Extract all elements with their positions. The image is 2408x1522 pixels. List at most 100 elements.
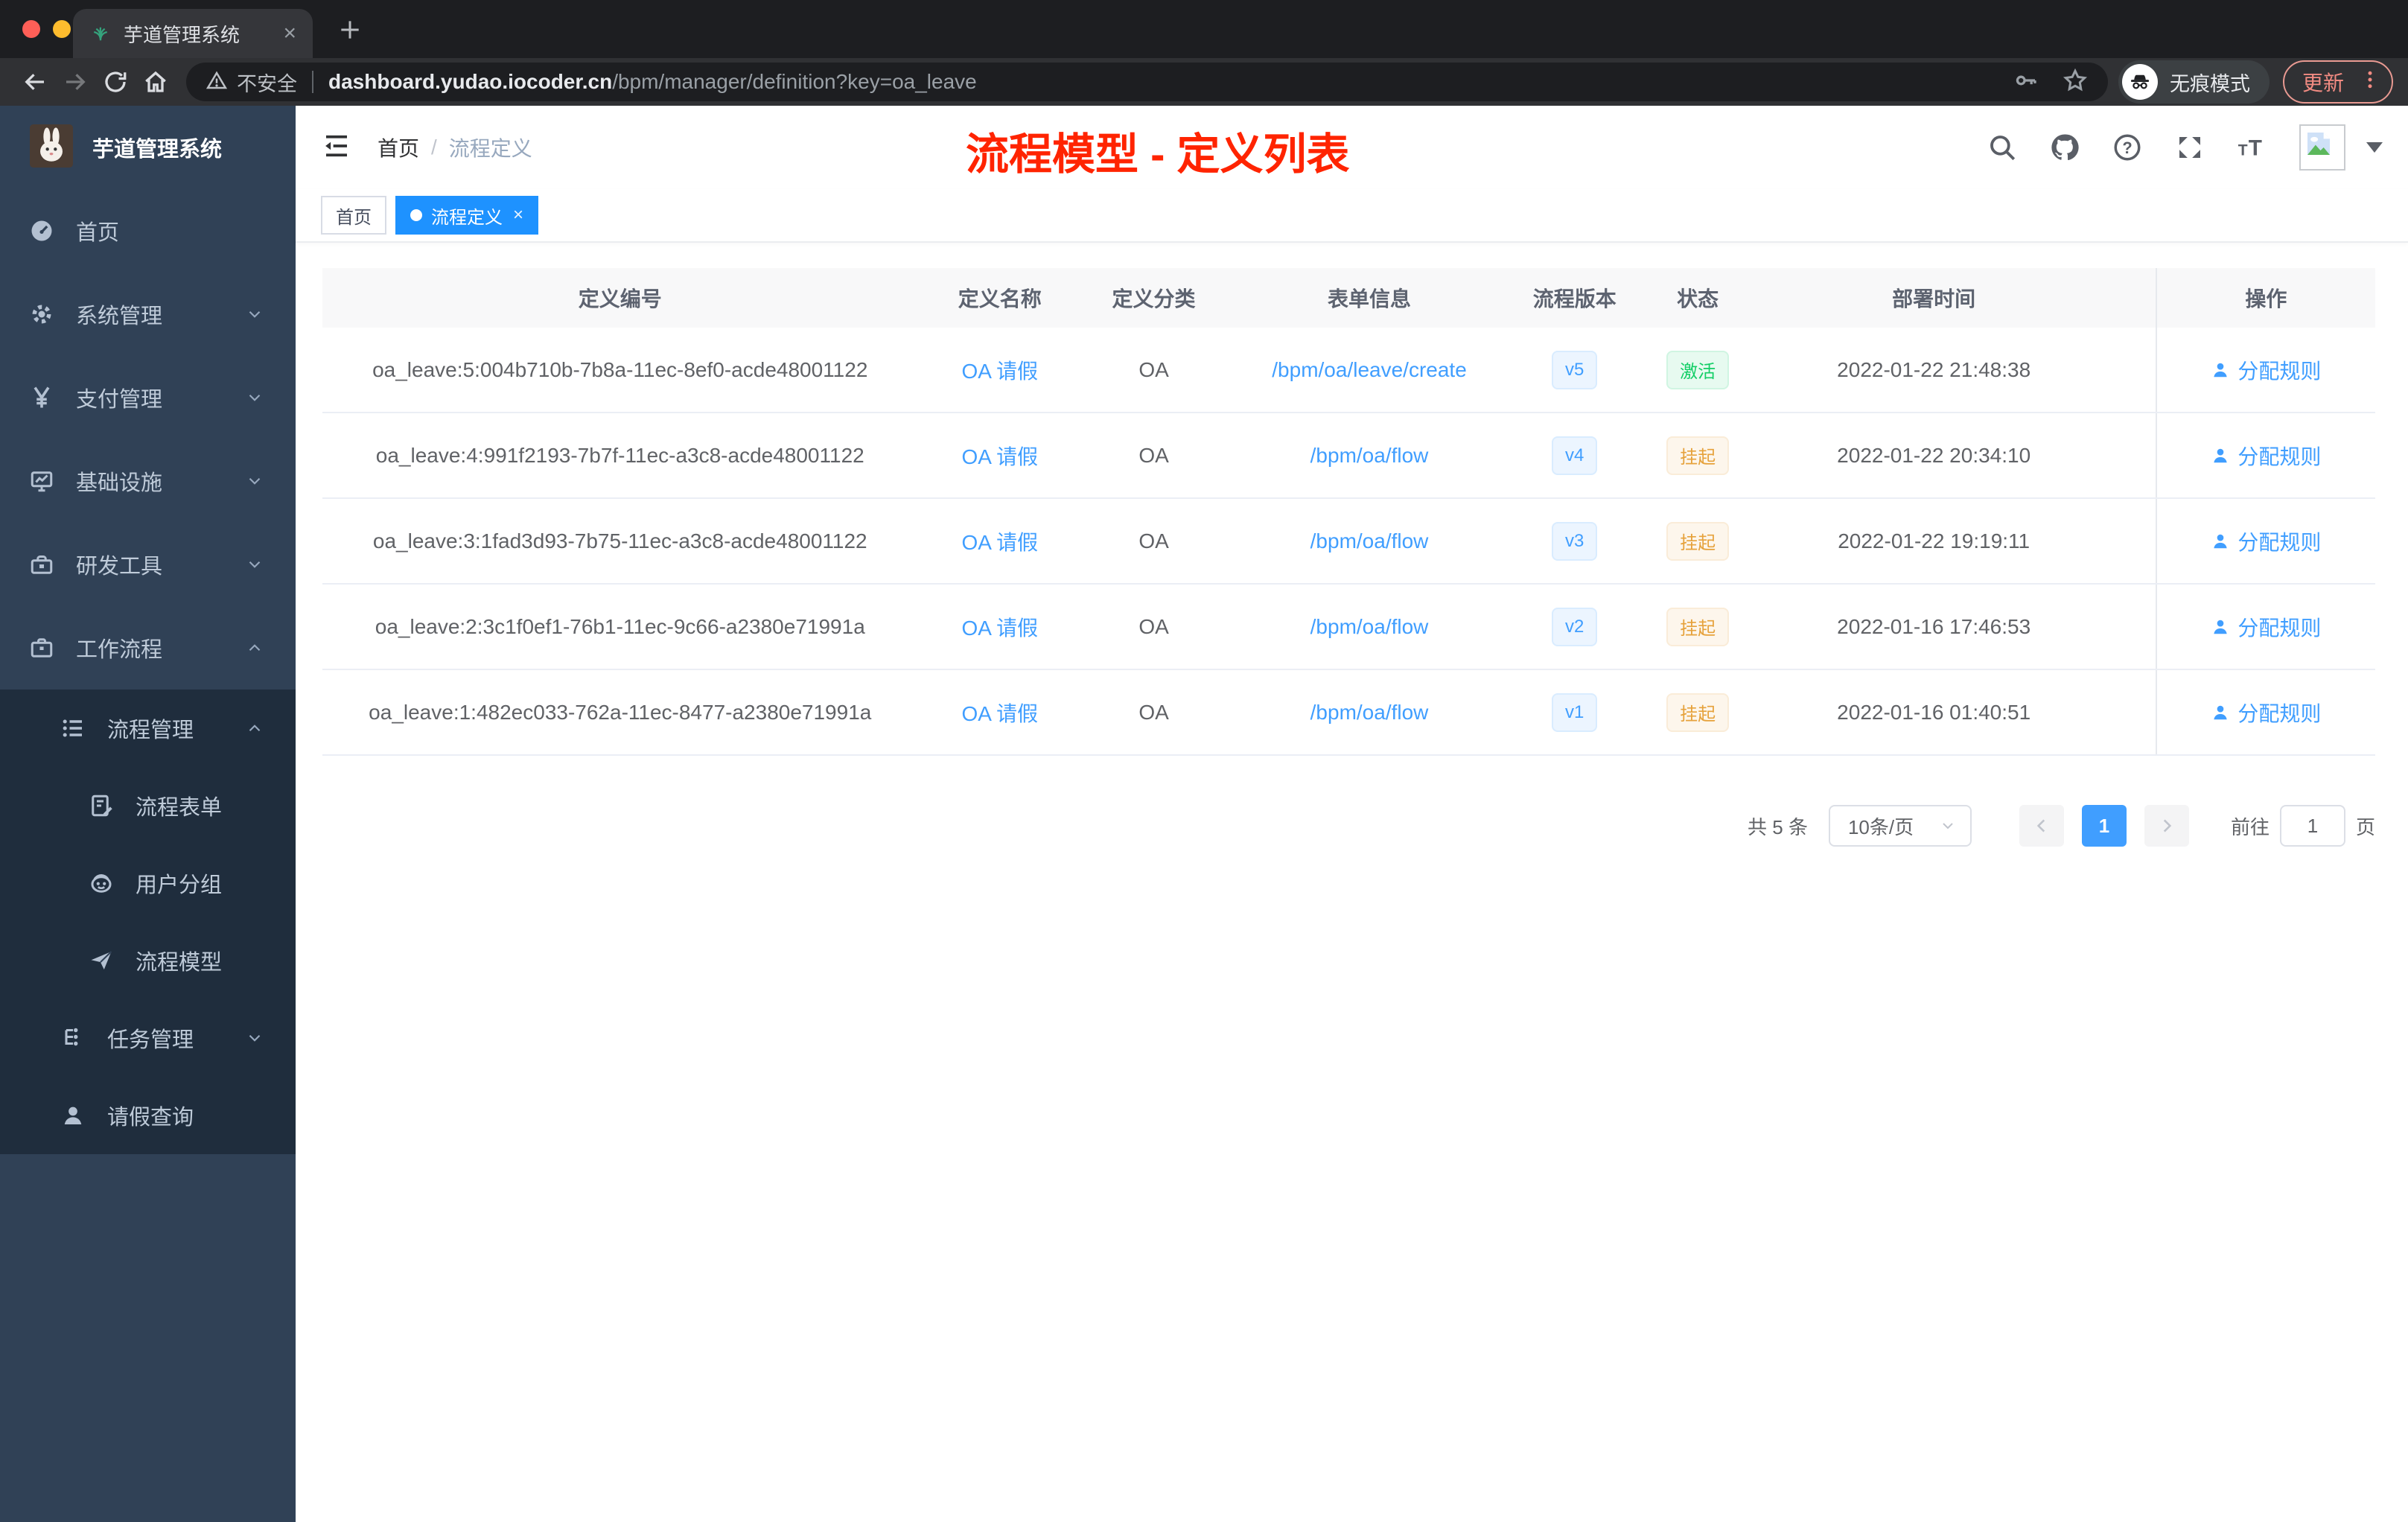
sidebar-item-process-form[interactable]: 流程表单: [0, 767, 296, 844]
page-number-button[interactable]: 1: [2081, 805, 2127, 847]
browser-menu-dots-icon[interactable]: [2359, 69, 2381, 96]
sidebar-item-payment[interactable]: 支付管理: [0, 356, 296, 439]
incognito-label: 无痕模式: [2169, 72, 2250, 95]
version-badge: v3: [1552, 521, 1598, 561]
tag-close-icon[interactable]: ×: [513, 205, 523, 226]
form-link[interactable]: /bpm/oa/flow: [1310, 615, 1429, 639]
assign-rule-link[interactable]: 分配规则: [2211, 441, 2321, 471]
table-row: oa_leave:4:991f2193-7b7f-11ec-a3c8-acde4…: [322, 413, 2375, 499]
tab-favicon-plant-icon: [89, 21, 112, 47]
close-window-button[interactable]: [22, 20, 40, 38]
assign-rule-link[interactable]: 分配规则: [2211, 612, 2321, 642]
minimize-window-button[interactable]: [53, 20, 71, 38]
app-logo[interactable]: 芋道管理系统: [0, 106, 296, 189]
col-header-status: 状态: [1677, 287, 1719, 311]
toolbox-icon: [28, 551, 55, 578]
browser-tab[interactable]: 芋道管理系统 ×: [73, 9, 313, 58]
password-key-icon[interactable]: [2013, 67, 2039, 98]
breadcrumb-home[interactable]: 首页: [378, 133, 419, 162]
cell-id: oa_leave:3:1fad3d93-7b75-11ec-a3c8-acde4…: [372, 529, 867, 553]
goto-page-input[interactable]: 1: [2279, 805, 2345, 847]
definition-table: 定义编号 定义名称 定义分类 表单信息 流程版本 状态 部署时间 操作 oa_l…: [322, 268, 2375, 756]
col-header-spacer: [2109, 268, 2156, 328]
avatar[interactable]: [2299, 124, 2345, 171]
assign-rule-link[interactable]: 分配规则: [2211, 355, 2321, 385]
cell-deploy-time: 2022-01-16 17:46:53: [1837, 614, 2031, 638]
cell-deploy-time: 2022-01-22 21:48:38: [1837, 357, 2031, 381]
cell-deploy-time: 2022-01-22 19:19:11: [1838, 529, 2030, 553]
status-badge: 挂起: [1666, 521, 1730, 561]
page-unit-label: 页: [2355, 815, 2375, 838]
sidebar-item-workflow[interactable]: 工作流程: [0, 606, 296, 690]
chevron-up-icon: [245, 719, 264, 738]
tab-close-icon[interactable]: ×: [283, 22, 296, 45]
chevron-down-icon: [245, 555, 264, 574]
definition-name-link[interactable]: OA 请假: [961, 612, 1038, 642]
url-text[interactable]: dashboard.yudao.iocoder.cn/bpm/manager/d…: [328, 70, 2013, 94]
sidebar-item-dev-tools[interactable]: 研发工具: [0, 523, 296, 606]
fullscreen-icon[interactable]: [2174, 132, 2205, 163]
sidebar-item-home[interactable]: 首页: [0, 189, 296, 273]
font-size-icon[interactable]: TT: [2237, 132, 2268, 163]
app-header: 首页 / 流程定义 流程模型 - 定义列表 ? T T: [296, 106, 2408, 189]
avatar-caret-down-icon[interactable]: [2366, 142, 2383, 153]
form-link[interactable]: /bpm/oa/flow: [1310, 701, 1429, 725]
col-header-category: 定义分类: [1112, 287, 1196, 311]
next-page-button[interactable]: [2144, 805, 2189, 847]
reload-icon[interactable]: [95, 62, 136, 102]
prev-page-button[interactable]: [2019, 805, 2064, 847]
sidebar-item-process-model[interactable]: 流程模型: [0, 922, 296, 999]
chevron-down-icon: [245, 471, 264, 491]
definition-name-link[interactable]: OA 请假: [961, 441, 1038, 471]
col-header-form: 表单信息: [1328, 287, 1412, 311]
assign-rule-link[interactable]: 分配规则: [2211, 526, 2321, 556]
form-link[interactable]: /bpm/oa/flow: [1310, 444, 1429, 468]
sidebar-item-process-management[interactable]: 流程管理: [0, 690, 296, 767]
help-icon[interactable]: ?: [2112, 132, 2143, 163]
active-tag-dot: [410, 209, 422, 221]
version-badge: v1: [1552, 692, 1598, 732]
github-icon[interactable]: [2049, 132, 2080, 163]
collapse-sidebar-icon[interactable]: [321, 130, 352, 165]
form-link[interactable]: /bpm/oa/leave/create: [1272, 358, 1467, 382]
browser-toolbar: 不安全 dashboard.yudao.iocoder.cn/bpm/manag…: [0, 58, 2408, 106]
cell-spacer: [2109, 413, 2156, 497]
update-button[interactable]: 更新: [2282, 60, 2393, 104]
svg-text:T: T: [2249, 136, 2262, 161]
new-tab-button[interactable]: [326, 8, 374, 51]
dashboard-icon: [28, 217, 55, 244]
sidebar-item-system[interactable]: 系统管理: [0, 273, 296, 356]
sidebar-item-task-management[interactable]: 任务管理: [0, 999, 296, 1077]
version-badge: v4: [1552, 436, 1598, 475]
sidebar-item-user-group[interactable]: 用户分组: [0, 844, 296, 922]
not-secure-warning-icon[interactable]: [206, 69, 228, 95]
tag-home[interactable]: 首页: [321, 196, 386, 235]
url-bar[interactable]: 不安全 dashboard.yudao.iocoder.cn/bpm/manag…: [186, 63, 2108, 101]
status-badge: 挂起: [1666, 692, 1730, 732]
update-label: 更新: [2302, 71, 2344, 95]
definition-name-link[interactable]: OA 请假: [961, 526, 1038, 556]
search-icon[interactable]: [1987, 132, 2018, 163]
cell-deploy-time: 2022-01-16 01:40:51: [1837, 700, 2031, 724]
tag-process-definition[interactable]: 流程定义 ×: [395, 196, 539, 235]
sidebar-item-leave-query[interactable]: 请假查询: [0, 1077, 296, 1154]
status-badge: 激活: [1666, 350, 1730, 389]
page-size-select[interactable]: 10条/页: [1828, 805, 1972, 847]
cell-id: oa_leave:1:482ec033-762a-11ec-8477-a2380…: [369, 700, 872, 724]
definition-name-link[interactable]: OA 请假: [961, 698, 1038, 727]
cell-id: oa_leave:5:004b710b-7b8a-11ec-8ef0-acde4…: [372, 357, 868, 381]
home-icon[interactable]: [136, 62, 176, 102]
chevron-right-icon: [2163, 819, 2172, 832]
svg-text:T: T: [2238, 142, 2248, 159]
cell-spacer: [2109, 585, 2156, 669]
forward-icon[interactable]: [55, 62, 95, 102]
form-link[interactable]: /bpm/oa/flow: [1310, 529, 1429, 553]
cell-category: OA: [1138, 700, 1169, 724]
cell-category: OA: [1138, 529, 1169, 553]
definition-name-link[interactable]: OA 请假: [961, 355, 1038, 385]
security-label[interactable]: 不安全: [237, 68, 297, 97]
assign-rule-link[interactable]: 分配规则: [2211, 698, 2321, 727]
sidebar-item-infrastructure[interactable]: 基础设施: [0, 439, 296, 523]
back-icon[interactable]: [15, 62, 55, 102]
bookmark-star-icon[interactable]: [2062, 67, 2089, 98]
